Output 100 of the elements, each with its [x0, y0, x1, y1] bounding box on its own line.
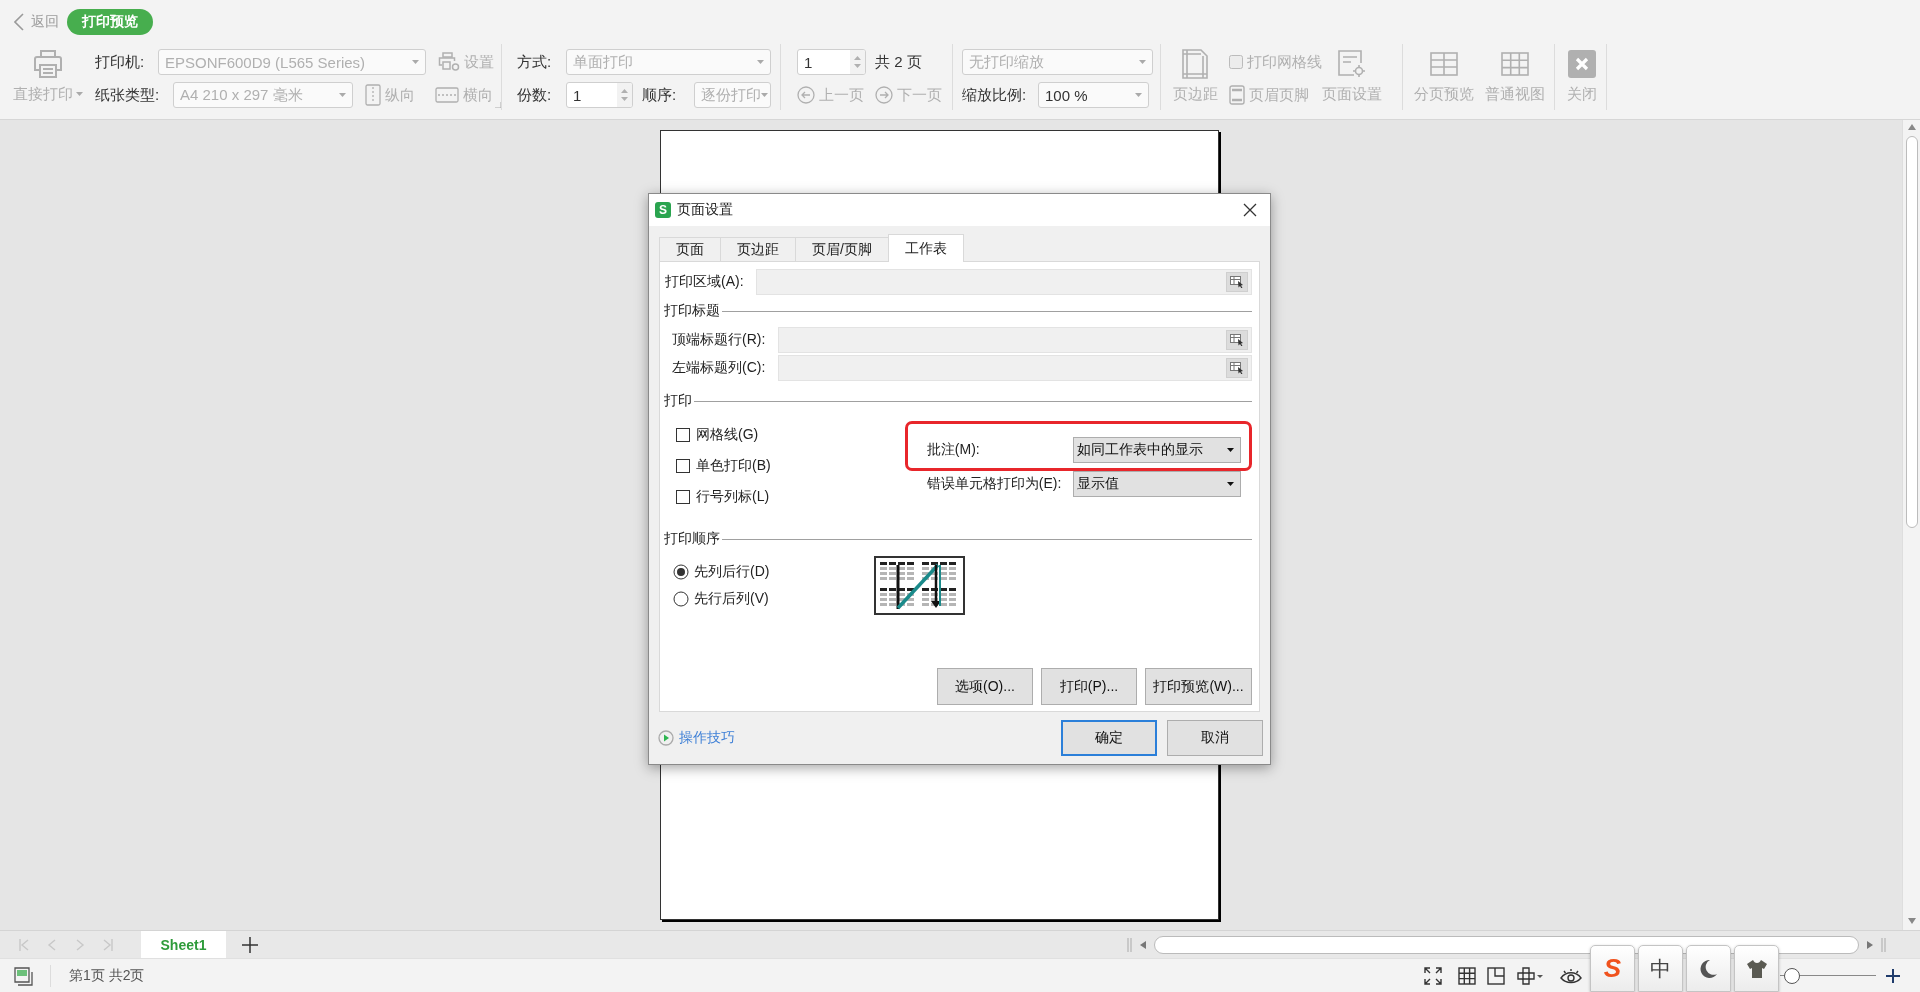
scroll-left-icon[interactable]: [1140, 940, 1146, 949]
field-label: 错误单元格打印为(E):: [926, 475, 1062, 493]
grid-view-icon[interactable]: [1458, 966, 1476, 985]
tab[interactable]: 页面: [659, 237, 721, 261]
table-cursor-icon: [1230, 362, 1244, 374]
field-label: 纸张类型:: [95, 85, 161, 105]
caret-icon: [75, 92, 83, 96]
shirt-icon: [1745, 958, 1768, 979]
dialog-button[interactable]: 打印预览(W)...: [1145, 668, 1252, 705]
section-heading: 打印顺序: [664, 530, 720, 548]
grip-icon: [1127, 937, 1132, 952]
eye-icon[interactable]: [1560, 967, 1582, 984]
scroll-up-icon[interactable]: [1907, 124, 1916, 130]
field-label: 打印区域(A):: [664, 273, 745, 291]
printer-icon: [32, 50, 63, 78]
page-number-spinner[interactable]: 1: [797, 49, 866, 75]
radio-button[interactable]: [673, 563, 689, 580]
scrollbar-thumb[interactable]: [1905, 136, 1918, 528]
mode-badge: 打印预览: [67, 9, 153, 35]
zoom-in-icon[interactable]: [1886, 968, 1900, 983]
table-cursor-icon: [1230, 334, 1244, 346]
close-icon: [1243, 203, 1257, 217]
add-icon[interactable]: [242, 936, 258, 953]
caret-icon: [339, 93, 346, 97]
caret-icon: [412, 60, 419, 64]
caret-icon: [761, 93, 768, 97]
radio-button[interactable]: [673, 590, 689, 607]
close-button[interactable]: [1243, 203, 1257, 217]
back-link[interactable]: 返回: [14, 13, 59, 31]
stacked-pages-icon[interactable]: [12, 964, 34, 987]
page-margins-icon: [1182, 49, 1208, 79]
ok-button[interactable]: 确定: [1061, 720, 1157, 756]
caret-icon: [1139, 60, 1146, 64]
play-circle-icon: [658, 730, 674, 746]
caret-icon: [757, 60, 764, 64]
field-label: 批注(M):: [926, 440, 980, 459]
page-info: 第1页 共2页: [69, 966, 145, 985]
spin-arrows-icon: [850, 50, 865, 74]
copies-spinner[interactable]: 1: [566, 82, 633, 108]
cross-caret-icon[interactable]: [1517, 966, 1543, 985]
header-footer-icon: [1229, 85, 1245, 105]
checkbox[interactable]: [676, 458, 690, 473]
field-label: 方式:: [517, 52, 553, 72]
scroll-right-icon[interactable]: [1867, 940, 1873, 949]
radio-label: 先列后行(D): [694, 562, 770, 581]
page-layout-icon[interactable]: [1487, 966, 1505, 985]
caret-icon: [1227, 482, 1234, 486]
tips-link[interactable]: 操作技巧: [658, 729, 735, 747]
checkbox[interactable]: [676, 489, 690, 504]
night-mode-button[interactable]: [1686, 945, 1731, 992]
input-mode-button[interactable]: 中: [1638, 945, 1683, 992]
range-field[interactable]: [778, 327, 1252, 353]
range-field[interactable]: [756, 269, 1252, 295]
skin-button[interactable]: [1734, 945, 1779, 992]
scrollbar-thumb[interactable]: [1154, 935, 1859, 954]
dialog-button[interactable]: 打印(P)...: [1041, 668, 1137, 705]
caret-icon: [1135, 93, 1142, 97]
spin-arrows-icon: [617, 83, 632, 107]
slider-thumb[interactable]: [1784, 967, 1800, 984]
range-select-button[interactable]: [1226, 330, 1248, 350]
range-field[interactable]: [778, 355, 1252, 381]
radio-label: 先行后列(V): [694, 589, 769, 608]
ime-logo-button[interactable]: S: [1590, 945, 1635, 992]
cancel-button[interactable]: 取消: [1167, 720, 1263, 756]
fullscreen-icon[interactable]: [1424, 966, 1442, 985]
field-label: 打印机:: [95, 52, 146, 72]
table-cursor-icon: [1230, 276, 1244, 288]
tab[interactable]: 工作表: [887, 234, 964, 262]
page-gear-icon: [1338, 50, 1366, 78]
comments-dropdown[interactable]: 如同工作表中的显示: [1073, 436, 1241, 463]
sheet-tab[interactable]: Sheet1: [141, 931, 226, 958]
grip-icon: [1881, 937, 1886, 952]
landscape-page-icon: [435, 87, 459, 103]
close-icon: [1567, 50, 1596, 78]
table-grid-icon: [1501, 52, 1529, 76]
vertical-scrollbar[interactable]: [1902, 120, 1920, 930]
checkbox[interactable]: [676, 427, 690, 442]
scroll-down-icon[interactable]: [1907, 918, 1916, 924]
zoom-dropdown[interactable]: 100 %: [1038, 82, 1149, 108]
field-label: 左端标题列(C):: [672, 359, 767, 377]
section-heading: 打印标题: [664, 302, 720, 320]
caret-icon: [1227, 447, 1234, 452]
range-select-button[interactable]: [1226, 358, 1248, 378]
app-logo: S: [655, 202, 671, 218]
circle-arrow-left-icon: [797, 86, 815, 104]
range-select-button[interactable]: [1226, 272, 1248, 292]
small-printer-icon: [438, 52, 460, 72]
checkbox-label: 行号列标(L): [696, 487, 770, 506]
field-label: 份数:: [517, 85, 553, 105]
grid-icon: [1430, 52, 1458, 76]
cell-errors-dropdown[interactable]: 显示值: [1073, 471, 1241, 497]
portrait-page-icon: [365, 84, 381, 106]
checkbox-label: 单色打印(B): [696, 456, 771, 475]
dialog-title: 页面设置: [677, 201, 733, 219]
dialog-button[interactable]: 选项(O)...: [937, 668, 1033, 705]
section-heading: 打印: [664, 392, 692, 410]
checkbox-label: 网格线(G): [696, 425, 759, 444]
field-label: 顶端标题行(R):: [672, 331, 767, 349]
page-total: 共 2 页: [875, 52, 922, 72]
moon-icon: [1698, 958, 1719, 979]
